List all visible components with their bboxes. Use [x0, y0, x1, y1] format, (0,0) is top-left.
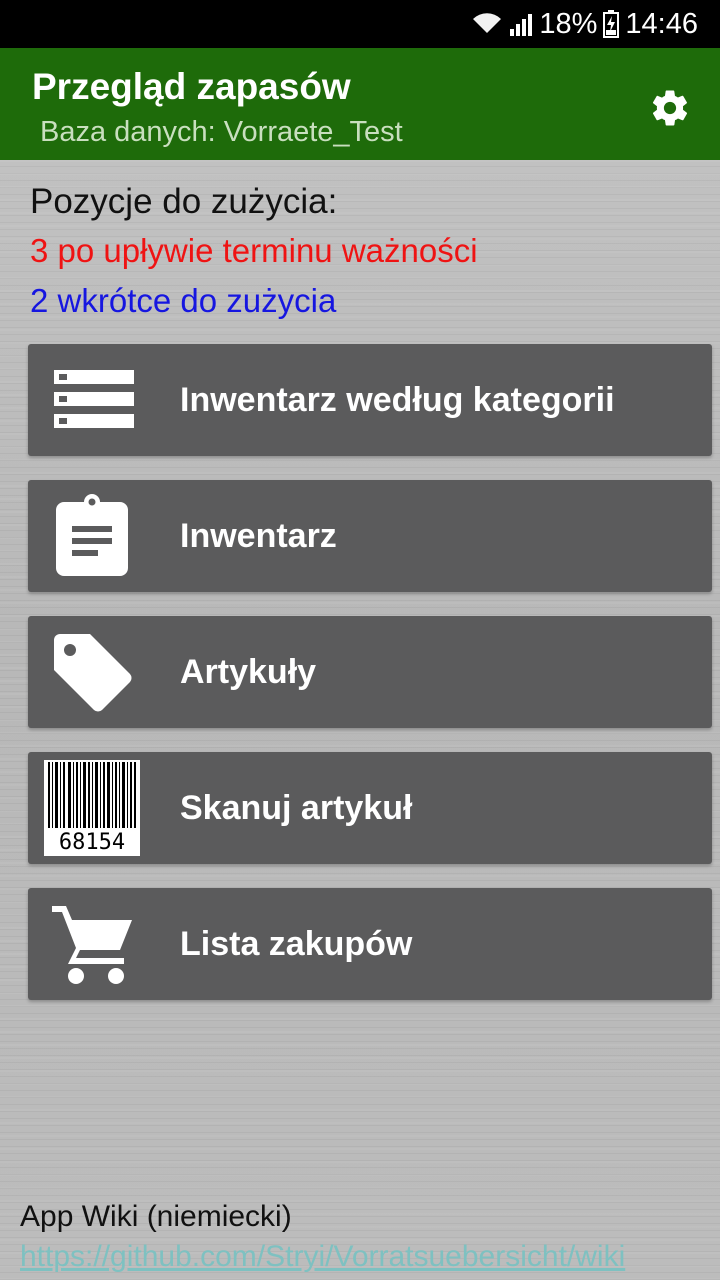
menu-label: Lista zakupów [180, 925, 413, 963]
status-icons: 18% 14:46 [471, 0, 698, 48]
menu-label: Inwentarz według kategorii [180, 381, 615, 419]
app-bar: Przegląd zapasów Baza danych: Vorraete_T… [0, 48, 720, 160]
shopping-list-button[interactable]: Lista zakupów [28, 888, 712, 1000]
settings-button[interactable] [642, 82, 698, 138]
expired-count[interactable]: 3 po upływie terminu ważności [30, 226, 478, 276]
inventory-by-category-button[interactable]: Inwentarz według kategorii [28, 344, 712, 456]
battery-charging-icon [603, 10, 620, 38]
clock: 14:46 [625, 7, 698, 40]
list-icon [44, 356, 140, 444]
barcode-icon: 68154 [44, 760, 140, 856]
menu-label: Artykuły [180, 653, 317, 691]
barcode-number: 68154 [58, 830, 126, 855]
signal-icon [509, 11, 533, 37]
wiki-link[interactable]: https://github.com/Stryi/Vorratsuebersic… [20, 1240, 625, 1274]
articles-button[interactable]: Artykuły [28, 616, 712, 728]
database-subtitle: Baza danych: Vorraete_Test [40, 116, 403, 148]
wifi-icon [471, 11, 503, 37]
summary-heading: Pozycje do zużycia: [30, 182, 338, 221]
gear-icon [649, 87, 691, 134]
page-title: Przegląd zapasów [32, 66, 351, 107]
expiring-soon-count[interactable]: 2 wkrótce do zużycia [30, 276, 478, 326]
scan-article-button[interactable]: 68154 Skanuj artykuł [28, 752, 712, 864]
status-bar: 18% 14:46 [0, 0, 720, 48]
consumption-summary: Pozycje do zużycia: 3 po upływie terminu… [30, 178, 478, 326]
inventory-button[interactable]: Inwentarz [28, 480, 712, 592]
clipboard-icon [44, 492, 140, 580]
battery-level: 18% [539, 7, 598, 40]
tag-icon [44, 628, 140, 716]
menu-label: Skanuj artykuł [180, 789, 413, 827]
wiki-label: App Wiki (niemiecki) [20, 1200, 292, 1233]
shopping-cart-icon [44, 900, 140, 988]
menu-label: Inwentarz [180, 517, 337, 555]
